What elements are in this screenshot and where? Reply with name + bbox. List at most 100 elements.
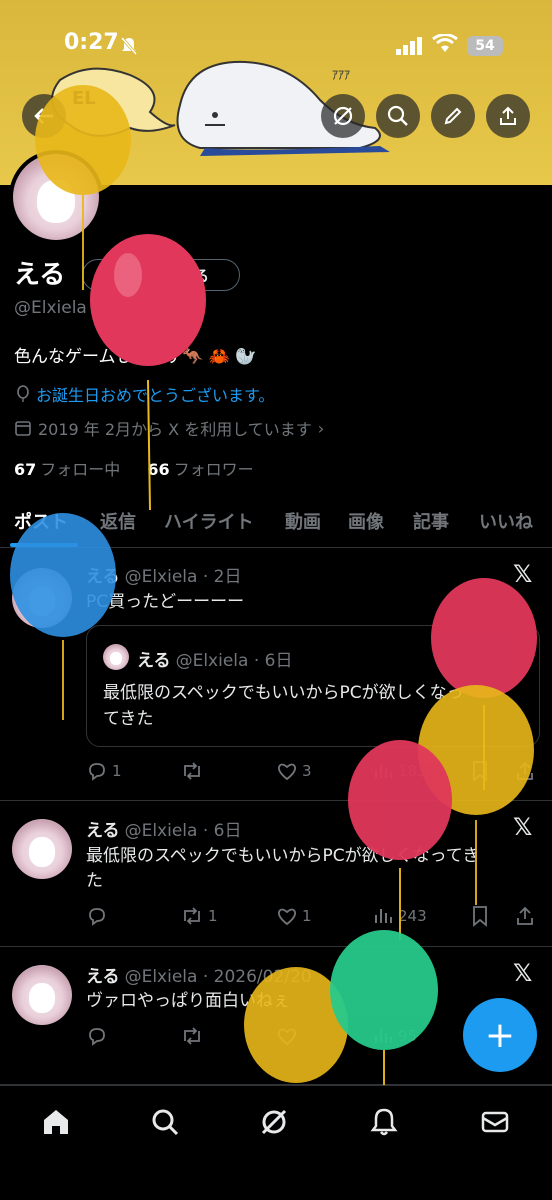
reply-button[interactable] (86, 905, 112, 927)
views-icon (375, 1029, 392, 1043)
post-author-name: える (86, 967, 120, 987)
repost-count: 1 (208, 907, 218, 925)
share-button[interactable] (486, 94, 530, 138)
tab-replies[interactable]: 返信 (100, 508, 136, 534)
post-text-cont: た (86, 871, 103, 891)
post-text: ヴァロやっぱり面白いねぇ (86, 991, 290, 1011)
calendar-icon (15, 421, 31, 436)
tab-articles[interactable]: 記事 (413, 508, 449, 534)
grok-icon[interactable] (258, 1106, 290, 1138)
search-icon[interactable] (149, 1106, 181, 1138)
signal-icon (396, 37, 422, 55)
post-text: 最低限のスペックでもいいからPCが欲しくなってき (86, 846, 480, 866)
avatar[interactable] (12, 568, 72, 628)
balloon-icon (17, 385, 29, 402)
reply-button[interactable] (86, 1025, 108, 1047)
views-button[interactable]: 183 (372, 760, 427, 782)
tab-highlights[interactable]: ハイライト (164, 508, 254, 534)
like-button[interactable]: 3 (276, 760, 312, 782)
like-count: 1 (302, 907, 312, 925)
banner-bubble-text: EL (72, 88, 96, 109)
like-button[interactable]: 1 (276, 905, 312, 927)
post-text: PC買ったどーーーー (86, 592, 245, 612)
get-verified-button[interactable]: 認証を受ける (82, 259, 240, 291)
notifications-icon[interactable] (368, 1106, 400, 1138)
avatar (103, 644, 129, 670)
x-logo-icon: 𝕏 (513, 813, 533, 841)
reply-button[interactable]: 1 (86, 760, 122, 782)
views-count: 243 (398, 907, 427, 925)
reply-icon (89, 908, 105, 926)
avatar[interactable] (12, 965, 72, 1025)
back-icon (34, 108, 53, 124)
status-bar: 0:27 54 (0, 0, 552, 80)
bottom-navigation (0, 1085, 552, 1200)
post-meta: @Elxiela · 2日 (124, 567, 242, 587)
views-button[interactable]: 243 (372, 905, 427, 927)
wifi-icon (432, 34, 458, 52)
messages-icon[interactable] (479, 1106, 511, 1138)
following-link[interactable]: 67 フォロー中 (14, 460, 120, 479)
share-icon[interactable] (514, 760, 536, 782)
repost-button[interactable] (180, 760, 208, 782)
edit-button[interactable] (431, 94, 475, 138)
quoted-text-cont: てきた (103, 709, 154, 729)
share-icon (500, 106, 516, 125)
like-button[interactable] (276, 1025, 298, 1047)
post-meta: @Elxiela · 6日 (124, 821, 242, 841)
reply-count: 1 (112, 762, 122, 780)
tab-videos[interactable]: 動画 (285, 508, 321, 534)
repost-icon (184, 907, 200, 925)
home-icon[interactable] (40, 1106, 72, 1138)
get-verified-label: 認証を受ける (119, 266, 210, 285)
verified-badge-icon (96, 267, 112, 283)
views-icon (375, 909, 392, 923)
heart-icon (278, 763, 296, 781)
post-meta: @Elxiela · 2026/02/20 (124, 967, 312, 987)
grok-button[interactable] (321, 94, 365, 138)
profile-handle: @Elxiela (14, 298, 87, 318)
tab-images[interactable]: 画像 (348, 508, 384, 534)
active-tab-indicator (10, 543, 78, 547)
repost-button[interactable] (180, 1025, 204, 1047)
avatar[interactable] (12, 819, 72, 879)
quoted-text: 最低限のスペックでもいいからPCが欲しくなっ (103, 683, 464, 703)
following-label: フォロー中 (40, 460, 121, 479)
search-icon (387, 105, 408, 126)
profile-tabs: ポスト 返信 ハイライト 動画 画像 記事 いいね (0, 498, 552, 548)
followers-link[interactable]: 66 フォロワー (147, 460, 253, 479)
post[interactable]: える @Elxiela · 6日 𝕏 最低限のスペックでもいいからPCが欲しくな… (0, 801, 552, 947)
birthday-text: お誕生日おめでとうございます。 (36, 386, 275, 405)
compose-post-button[interactable]: + (463, 998, 537, 1072)
bookmark-icon[interactable] (470, 905, 490, 927)
repost-icon (184, 1027, 200, 1045)
views-count: 95 (398, 1027, 418, 1045)
battery-indicator: 54 (467, 36, 503, 56)
views-count: 183 (398, 762, 427, 780)
reply-icon (89, 763, 105, 781)
reply-icon (89, 1028, 105, 1046)
repost-button[interactable]: 1 (180, 905, 218, 927)
quoted-post[interactable]: える @Elxiela · 6日 最低限のスペックでもいいからPCが欲しくなっ … (86, 625, 540, 747)
quoted-author-name: える (137, 651, 171, 671)
profile-name: える (14, 260, 66, 290)
heart-icon (278, 1028, 296, 1046)
back-button[interactable] (22, 94, 66, 138)
search-button[interactable] (376, 94, 420, 138)
joined-line[interactable]: 2019 年 2月から X を利用しています › (14, 416, 324, 440)
silent-bell-icon (120, 37, 138, 55)
x-logo-icon: 𝕏 (513, 560, 533, 588)
tab-likes[interactable]: いいね (479, 508, 533, 534)
like-count: 3 (302, 762, 312, 780)
profile-avatar[interactable] (9, 150, 103, 244)
tab-posts[interactable]: ポスト (14, 508, 68, 534)
post-author-name: える (86, 821, 120, 841)
share-icon[interactable] (514, 905, 536, 927)
follow-counts: 67 フォロー中 66 フォロワー (14, 456, 254, 480)
profile-bio: 色んなゲームしてます🦘 🦀 🦭 (14, 347, 257, 367)
bookmark-icon[interactable] (470, 760, 490, 782)
joined-text: 2019 年 2月から X を利用しています (38, 420, 312, 439)
birthday-line[interactable]: お誕生日おめでとうございます。 (14, 382, 274, 406)
views-button[interactable]: 95 (372, 1025, 417, 1047)
followers-label: フォロワー (173, 460, 254, 479)
